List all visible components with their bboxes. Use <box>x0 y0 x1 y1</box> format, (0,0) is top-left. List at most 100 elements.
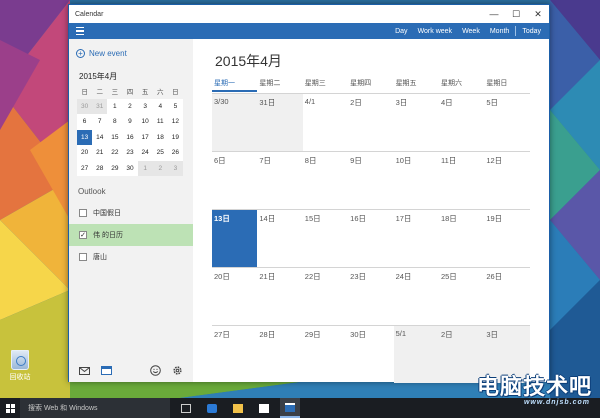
edge-browser-icon[interactable] <box>202 398 222 418</box>
day-cell[interactable]: 20日 <box>212 268 257 325</box>
mini-day-today[interactable]: 13 <box>77 129 93 145</box>
calendar-item[interactable]: ✓ 伟 的日历 <box>69 224 193 246</box>
mini-day[interactable]: 15 <box>107 129 123 145</box>
day-cell[interactable]: 16日 <box>348 210 393 267</box>
day-cell[interactable]: 19日 <box>484 210 529 267</box>
mini-day[interactable]: 16 <box>122 129 138 145</box>
view-day-button[interactable]: Day <box>395 28 407 35</box>
day-cell[interactable]: 17日 <box>394 210 439 267</box>
mini-day[interactable]: 21 <box>92 145 108 161</box>
calendar-checkbox[interactable] <box>79 209 87 217</box>
mini-day[interactable]: 22 <box>107 145 123 161</box>
day-cell[interactable]: 23日 <box>348 268 393 325</box>
mini-day[interactable]: 3 <box>167 160 183 176</box>
taskbar-calendar-icon[interactable] <box>280 398 300 418</box>
day-cell[interactable]: 21日 <box>257 268 302 325</box>
weekday-highlight <box>212 90 257 92</box>
day-cell[interactable]: 24日 <box>394 268 439 325</box>
maximize-button[interactable]: ☐ <box>505 5 527 23</box>
start-button[interactable] <box>0 398 20 418</box>
day-cell[interactable]: 18日 <box>439 210 484 267</box>
settings-gear-icon[interactable] <box>171 365 183 376</box>
day-cell[interactable]: 3/30 <box>212 94 258 151</box>
mini-day[interactable]: 17 <box>137 129 153 145</box>
mini-day[interactable]: 30 <box>77 98 93 114</box>
day-cell[interactable]: 14日 <box>257 210 302 267</box>
calendar-checkbox[interactable] <box>79 253 87 261</box>
close-button[interactable]: ✕ <box>527 5 549 23</box>
day-cell[interactable]: 5/1 <box>393 326 439 383</box>
day-cell[interactable]: 4/1 <box>303 94 348 151</box>
day-cell[interactable]: 11日 <box>439 152 484 209</box>
view-week-button[interactable]: Week <box>462 28 480 35</box>
mini-day[interactable]: 23 <box>122 145 138 161</box>
day-cell[interactable]: 8日 <box>303 152 348 209</box>
day-cell[interactable]: 22日 <box>303 268 348 325</box>
mini-day[interactable]: 27 <box>77 160 93 176</box>
mini-day[interactable]: 31 <box>92 98 108 114</box>
mini-day[interactable]: 29 <box>107 160 123 176</box>
mini-day[interactable]: 24 <box>137 145 153 161</box>
title-bar[interactable]: Calendar — ☐ ✕ <box>69 5 549 23</box>
mini-day[interactable]: 1 <box>137 160 153 176</box>
mini-day[interactable]: 5 <box>167 98 183 114</box>
calendar-item[interactable]: 中国假日 <box>69 202 193 224</box>
new-event-button[interactable]: + New event <box>76 49 127 58</box>
calendar-item[interactable]: 唐山 <box>69 246 193 268</box>
mini-day[interactable]: 6 <box>77 114 93 130</box>
mini-calendar-title[interactable]: 2015年4月 <box>79 71 117 82</box>
mini-day[interactable]: 18 <box>152 129 168 145</box>
feedback-smiley-icon[interactable] <box>149 365 161 376</box>
day-cell[interactable]: 15日 <box>303 210 348 267</box>
store-icon[interactable] <box>254 398 274 418</box>
mini-day[interactable]: 20 <box>77 145 93 161</box>
mini-day[interactable]: 9 <box>122 114 138 130</box>
mini-day[interactable]: 26 <box>167 145 183 161</box>
mini-day[interactable]: 14 <box>92 129 108 145</box>
task-view-icon[interactable] <box>176 398 196 418</box>
mini-calendar: 日二三四五六日 30 31 1 2 3 4 5 6 7 8 9 10 11 12 13 14 15 16 17 18 19… <box>77 83 183 176</box>
mini-day[interactable]: 2 <box>122 98 138 114</box>
mini-day[interactable]: 4 <box>152 98 168 114</box>
day-cell[interactable]: 26日 <box>484 268 529 325</box>
mini-day[interactable]: 19 <box>167 129 183 145</box>
day-cell[interactable]: 28日 <box>257 326 302 383</box>
day-cell[interactable]: 4日 <box>439 94 484 151</box>
day-cell[interactable]: 12日 <box>484 152 529 209</box>
day-cell[interactable]: 5日 <box>484 94 529 151</box>
day-cell[interactable]: 6日 <box>212 152 257 209</box>
view-work-week-button[interactable]: Work week <box>418 28 453 35</box>
taskbar-search[interactable]: 搜索 Web 和 Windows <box>20 398 170 418</box>
day-cell[interactable]: 25日 <box>439 268 484 325</box>
mini-day[interactable]: 10 <box>137 114 153 130</box>
today-button[interactable]: Today <box>522 28 541 35</box>
mini-day[interactable]: 12 <box>167 114 183 130</box>
file-explorer-icon[interactable] <box>228 398 248 418</box>
mini-day[interactable]: 1 <box>107 98 123 114</box>
day-cell[interactable]: 2日 <box>348 94 393 151</box>
day-cell[interactable]: 9日 <box>348 152 393 209</box>
mini-day[interactable]: 3 <box>137 98 153 114</box>
day-cell[interactable]: 27日 <box>212 326 257 383</box>
day-cell-today[interactable]: 13日 <box>212 210 258 267</box>
calendar-checkbox[interactable]: ✓ <box>79 231 87 239</box>
day-cell[interactable]: 10日 <box>394 152 439 209</box>
mini-day[interactable]: 30 <box>122 160 138 176</box>
mini-day[interactable]: 2 <box>152 160 168 176</box>
mini-day[interactable]: 8 <box>107 114 123 130</box>
hamburger-menu-icon[interactable] <box>69 23 91 39</box>
mini-day[interactable]: 28 <box>92 160 108 176</box>
mini-day[interactable]: 25 <box>152 145 168 161</box>
day-cell[interactable]: 29日 <box>303 326 348 383</box>
mini-day[interactable]: 11 <box>152 114 168 130</box>
day-cell[interactable]: 31日 <box>257 94 303 151</box>
day-cell[interactable]: 7日 <box>257 152 302 209</box>
mail-icon[interactable] <box>78 365 90 376</box>
day-cell[interactable]: 3日 <box>394 94 439 151</box>
recycle-bin-shortcut[interactable]: 回收站 <box>6 350 34 382</box>
mini-day[interactable]: 7 <box>92 114 108 130</box>
calendar-app-icon[interactable] <box>100 365 112 376</box>
view-month-button[interactable]: Month <box>490 28 509 35</box>
day-cell[interactable]: 30日 <box>348 326 393 383</box>
minimize-button[interactable]: — <box>483 5 505 23</box>
